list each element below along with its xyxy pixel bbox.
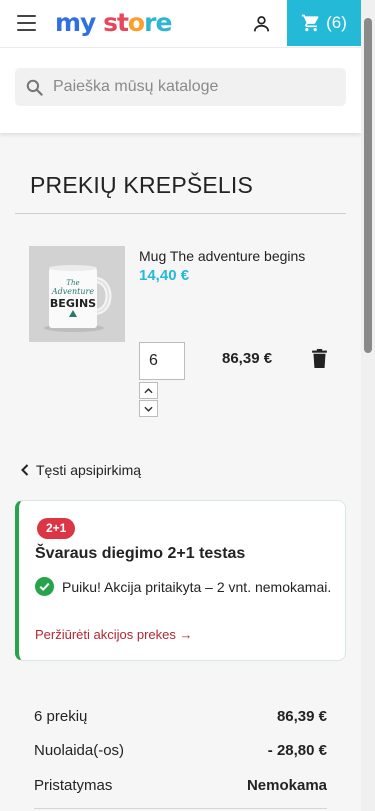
logo-part-my: my	[55, 8, 96, 37]
chevron-up-icon	[144, 387, 153, 393]
promo-badge: 2+1	[37, 518, 76, 539]
user-icon[interactable]	[252, 14, 271, 33]
mug-print-line2: Adventure	[51, 287, 94, 296]
summary-label: 6 prekių	[34, 708, 88, 725]
product-name[interactable]: Mug The adventure begins	[139, 248, 305, 264]
cart-icon	[301, 14, 319, 32]
promo-title: Švaraus diegimo 2+1 testas	[35, 545, 246, 562]
quantity-increase-button[interactable]	[139, 382, 158, 399]
logo-part-st: st	[103, 8, 129, 37]
promo-message: Puiku! Akcija pritaikyta – 2 vnt. nemoka…	[62, 579, 332, 595]
store-logo[interactable]: my store	[55, 7, 172, 39]
summary-value: 86,39 €	[276, 708, 327, 725]
continue-shopping-link[interactable]: Tęsti apsipirkimą	[21, 462, 141, 478]
scrollbar-thumb[interactable]	[364, 18, 372, 353]
header-divider	[0, 47, 361, 48]
page-title: PREKIŲ KREPŠELIS	[30, 172, 254, 198]
promo-card: 2+1 Švaraus diegimo 2+1 testas Puiku! Ak…	[15, 500, 346, 661]
cart-button[interactable]: (6)	[287, 0, 361, 46]
logo-part-o: o	[127, 8, 145, 37]
summary-row-products: 6 prekių 86,39 €	[34, 708, 327, 725]
logo-part-re: re	[144, 8, 172, 37]
summary-row-discount: Nuolaida(-os) - 28,80 €	[34, 742, 327, 759]
search-icon	[26, 79, 43, 96]
summary-label: Pristatymas	[34, 777, 113, 794]
promo-products-link[interactable]: Peržiūrėti akcijos prekes →	[35, 627, 193, 642]
trash-icon[interactable]	[312, 349, 327, 368]
continue-shopping-label: Tęsti apsipirkimą	[36, 462, 142, 478]
product-line-total: 86,39 €	[222, 350, 273, 367]
summary-value: Nemokama	[246, 777, 327, 794]
search-input[interactable]	[53, 78, 323, 96]
site-header: my store (6)	[0, 0, 361, 133]
cart-count: (6)	[326, 13, 347, 32]
quantity-input[interactable]: 6	[139, 342, 185, 380]
check-circle-icon	[35, 577, 54, 596]
summary-divider	[34, 808, 327, 809]
product-unit-price: 14,40 €	[139, 267, 190, 284]
search-bar[interactable]	[15, 68, 346, 106]
summary-label: Nuolaida(-os)	[34, 742, 125, 759]
mug-print-line1: The	[66, 279, 79, 287]
title-divider	[15, 213, 346, 214]
page-scrollbar[interactable]	[361, 0, 375, 811]
mug-print-line3: BEGINS	[50, 297, 96, 310]
menu-icon[interactable]	[17, 15, 37, 31]
summary-value: - 28,80 €	[267, 742, 327, 759]
quantity-decrease-button[interactable]	[139, 400, 158, 417]
summary-row-shipping: Pristatymas Nemokama	[34, 777, 327, 794]
chevron-left-icon	[21, 464, 29, 476]
chevron-down-icon	[144, 406, 153, 412]
product-image[interactable]: The Adventure BEGINS	[29, 246, 125, 342]
